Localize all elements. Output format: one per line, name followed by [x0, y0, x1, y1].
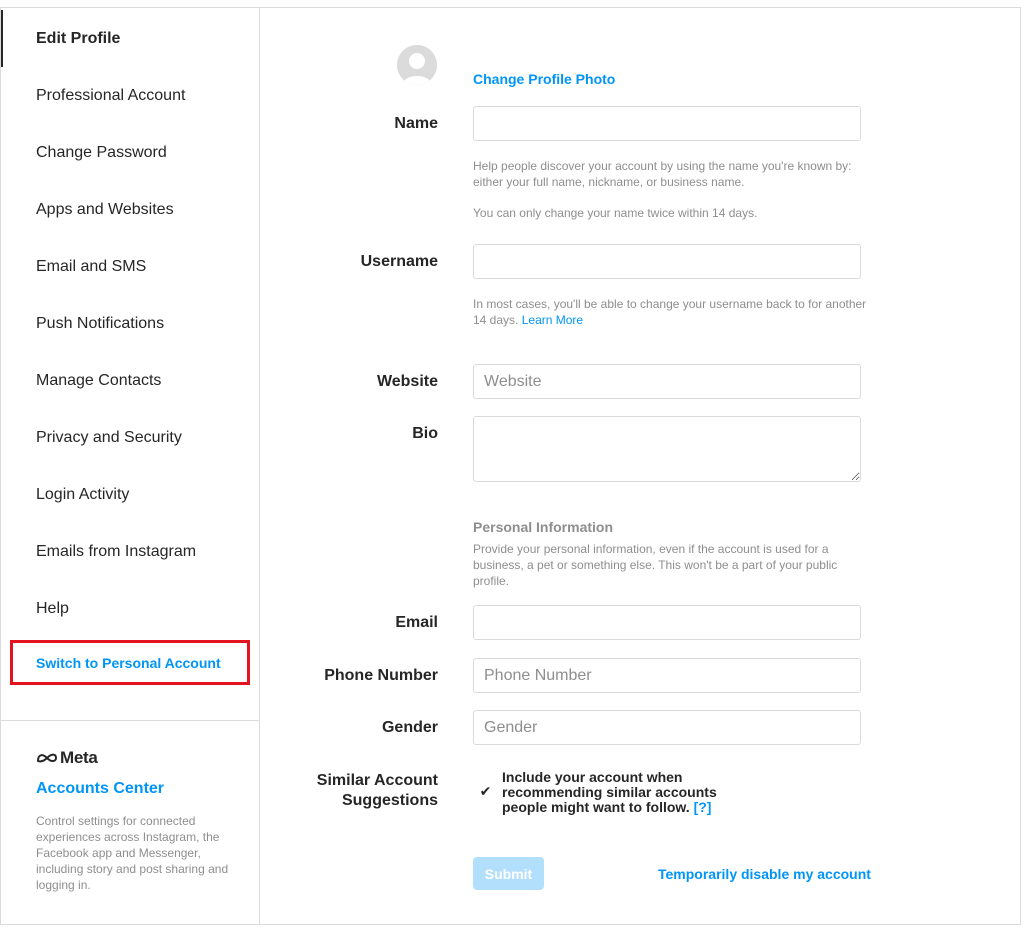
personal-information-heading: Personal Information	[473, 519, 614, 535]
similar-accounts-help-link[interactable]: [?]	[694, 799, 712, 815]
name-input[interactable]	[473, 106, 861, 141]
sidebar-item-change-password[interactable]: Change Password	[1, 124, 259, 181]
sidebar-item-label: Push Notifications	[36, 314, 165, 332]
website-label: Website	[376, 373, 438, 390]
edit-profile-form: Change Profile Photo Name Help people di…	[260, 8, 1020, 924]
similar-accounts-checkbox-text: Include your account when recommending s…	[502, 770, 742, 815]
sidebar-item-login-activity[interactable]: Login Activity	[1, 466, 259, 523]
sidebar-divider	[1, 720, 259, 721]
sidebar-item-label: Privacy and Security	[36, 428, 182, 446]
meta-logo-text: Meta	[60, 748, 98, 767]
sidebar-item-label: Login Activity	[36, 485, 130, 503]
checkmark-icon: ✔	[479, 783, 492, 799]
settings-sidebar: Edit Profile Professional Account Change P…	[1, 8, 260, 924]
sidebar-item-label: Edit Profile	[36, 29, 121, 47]
similar-accounts-text: Include your account when recommending s…	[502, 769, 717, 815]
switch-to-personal-account-button[interactable]: Switch to Personal Account	[10, 640, 250, 685]
sidebar-item-label: Emails from Instagram	[36, 542, 197, 560]
temporarily-disable-account-link[interactable]: Temporarily disable my account	[658, 866, 871, 882]
similar-label-line1: Similar Account	[316, 772, 438, 789]
sidebar-item-label: Professional Account	[36, 86, 186, 104]
sidebar-item-edit-profile[interactable]: Edit Profile	[1, 10, 259, 67]
gender-input[interactable]	[473, 710, 861, 745]
email-label: Email	[395, 614, 438, 631]
sidebar-item-apps-and-websites[interactable]: Apps and Websites	[1, 181, 259, 238]
name-label: Name	[394, 115, 438, 132]
learn-more-link[interactable]: Learn More	[522, 313, 583, 327]
username-input[interactable]	[473, 244, 861, 279]
name-help-text: Help people discover your account by usi…	[473, 159, 852, 189]
accounts-center-description: Control settings for connected experienc…	[36, 814, 229, 892]
gender-label: Gender	[381, 719, 438, 736]
sidebar-item-emails-from-instagram[interactable]: Emails from Instagram	[1, 523, 259, 580]
bio-label: Bio	[412, 425, 438, 442]
name-change-limit-text: You can only change your name twice with…	[473, 206, 758, 220]
website-input[interactable]	[473, 364, 861, 399]
bio-textarea[interactable]	[473, 416, 861, 482]
username-label: Username	[360, 253, 438, 270]
sidebar-item-label: Help	[36, 599, 69, 617]
username-help-text: In most cases, you'll be able to change …	[473, 296, 868, 328]
meta-infinity-icon	[37, 753, 57, 763]
sidebar-item-label: Change Password	[36, 143, 167, 161]
phone-number-input[interactable]	[473, 658, 861, 693]
sidebar-item-privacy-and-security[interactable]: Privacy and Security	[1, 409, 259, 466]
avatar-silhouette	[397, 45, 437, 85]
phone-number-label: Phone Number	[324, 667, 438, 684]
sidebar-item-help[interactable]: Help	[1, 580, 259, 637]
similar-accounts-checkbox[interactable]: ✔	[478, 783, 493, 799]
sidebar-item-label: Manage Contacts	[36, 371, 162, 389]
similar-account-suggestions-label: Similar Account Suggestions	[317, 771, 438, 811]
meta-logo: Meta	[36, 748, 98, 768]
personal-information-description: Provide your personal information, even …	[473, 542, 838, 588]
sidebar-item-label: Email and SMS	[36, 257, 147, 275]
sidebar-item-manage-contacts[interactable]: Manage Contacts	[1, 352, 259, 409]
settings-frame: Edit Profile Professional Account Change P…	[0, 7, 1021, 925]
submit-button[interactable]: Submit	[473, 857, 544, 890]
email-input[interactable]	[473, 605, 861, 640]
sidebar-item-label: Apps and Websites	[36, 200, 174, 218]
accounts-center-link[interactable]: Accounts Center	[36, 780, 164, 798]
sidebar-item-push-notifications[interactable]: Push Notifications	[1, 295, 259, 352]
similar-label-line2: Suggestions	[341, 792, 438, 809]
change-profile-photo-link[interactable]: Change Profile Photo	[473, 71, 615, 87]
default-avatar-icon[interactable]	[397, 45, 437, 85]
sidebar-item-professional-account[interactable]: Professional Account	[1, 67, 259, 124]
sidebar-item-email-and-sms[interactable]: Email and SMS	[1, 238, 259, 295]
